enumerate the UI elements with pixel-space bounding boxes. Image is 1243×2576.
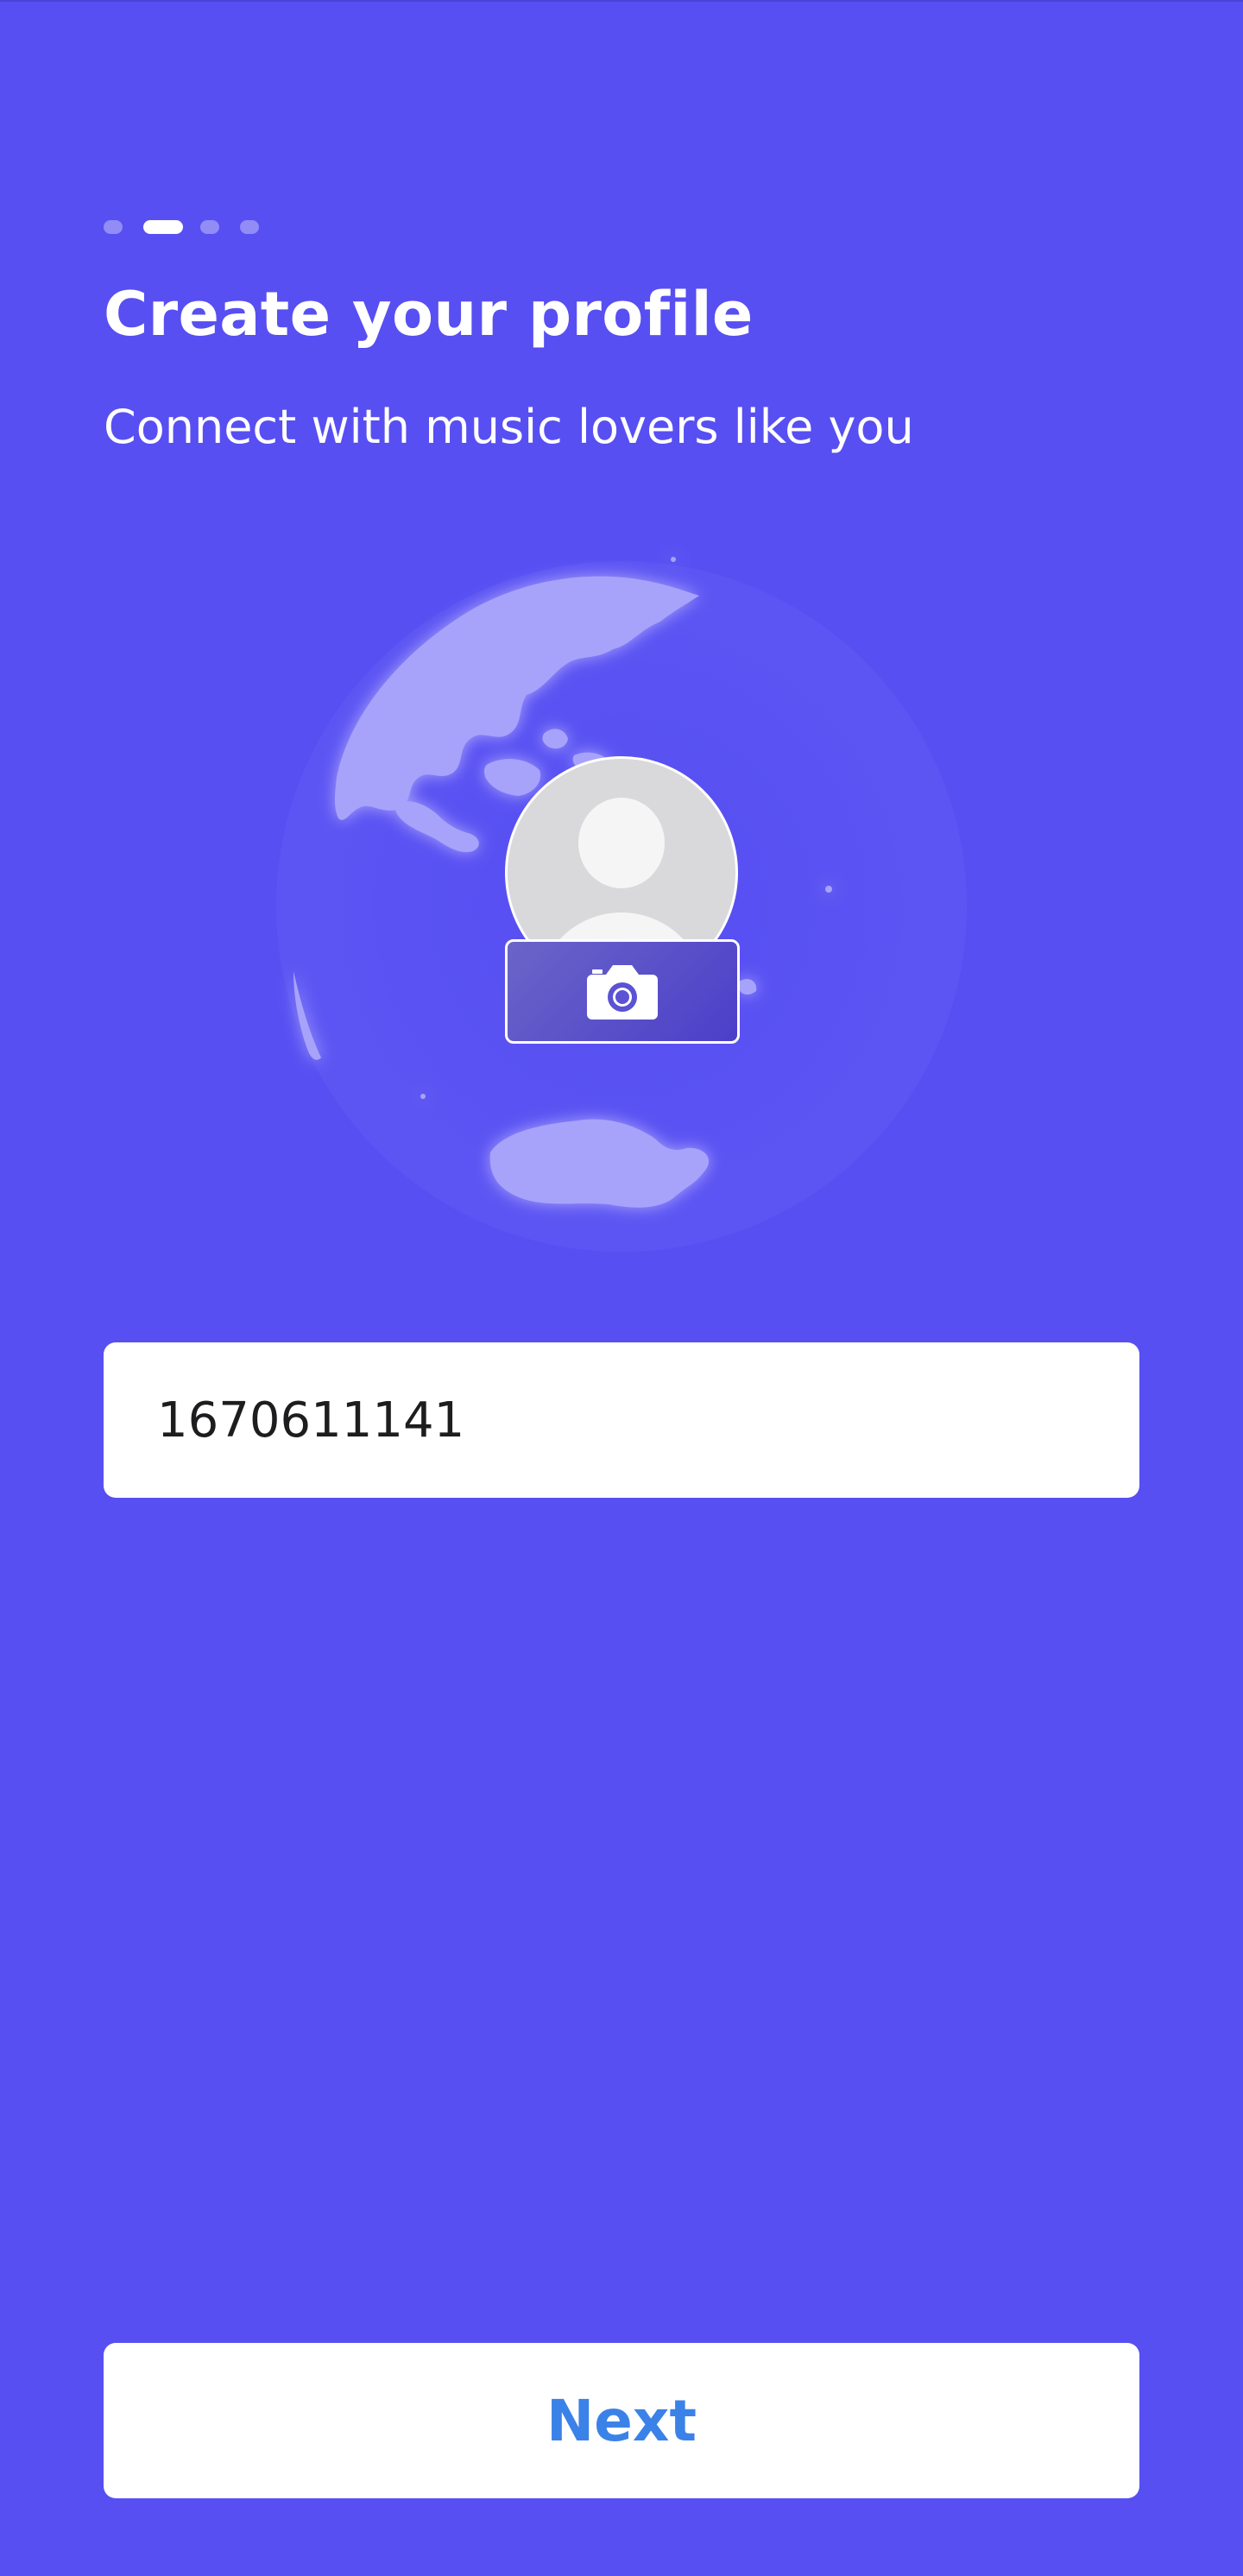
progress-step-3 (200, 220, 219, 234)
page-title: Create your profile (104, 279, 754, 350)
camera-icon (587, 964, 658, 1020)
upload-photo-button[interactable] (505, 939, 740, 1044)
profile-photo-picker[interactable] (505, 756, 740, 1044)
username-input[interactable] (104, 1342, 1139, 1498)
top-divider (0, 0, 1243, 2)
page-subtitle: Connect with music lovers like you (104, 400, 914, 454)
progress-step-1 (104, 220, 123, 234)
progress-step-2-active (143, 220, 183, 234)
progress-step-4 (240, 220, 259, 234)
avatar-head (578, 798, 665, 888)
next-button[interactable]: Next (104, 2343, 1139, 2498)
